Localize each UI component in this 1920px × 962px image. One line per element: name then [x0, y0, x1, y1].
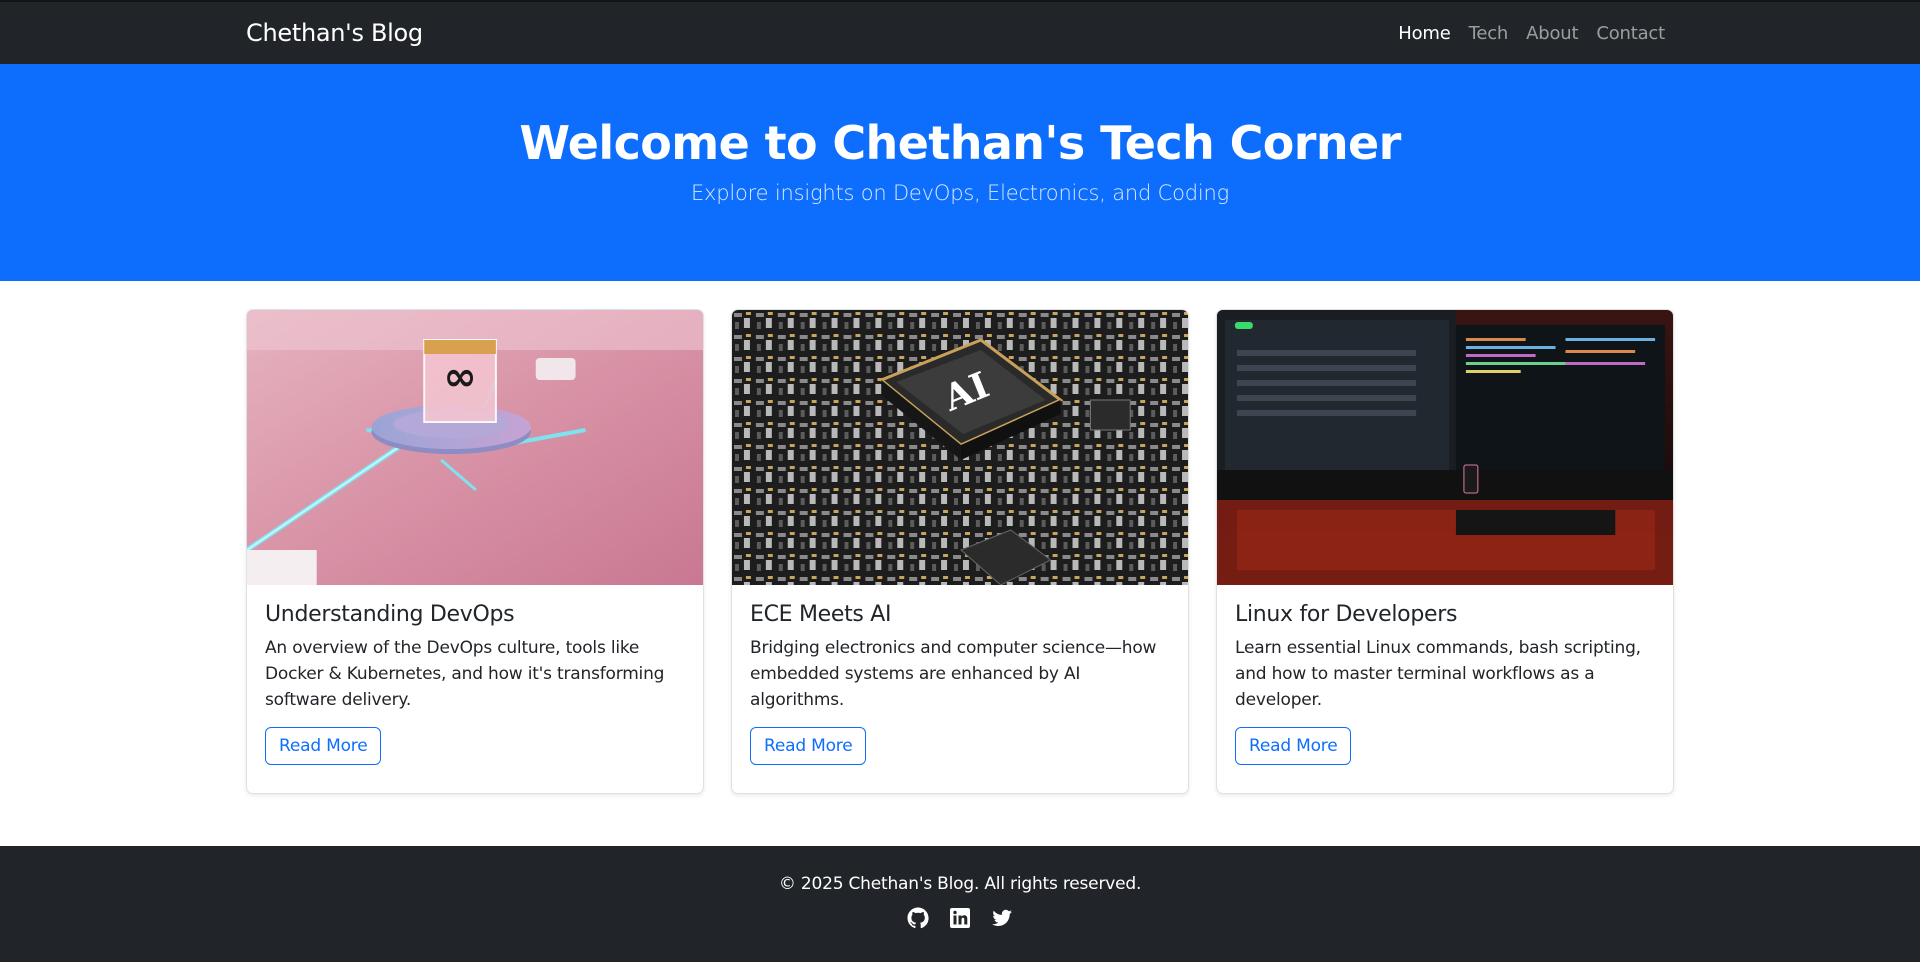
developer-monitors-desk-image [1217, 310, 1673, 585]
card-title: ECE Meets AI [750, 602, 892, 627]
card-text: Bridging electronics and computer scienc… [750, 638, 1157, 710]
twitter-icon[interactable] [990, 906, 1014, 930]
card-body: ECE Meets AI Bridging electronics and co… [732, 585, 1188, 782]
social-links [0, 906, 1920, 930]
nav-link-tech[interactable]: Tech [1460, 23, 1518, 44]
card-text: Learn essential Linux commands, bash scr… [1235, 638, 1641, 710]
top-navbar: Chethan's Blog Home Tech About Contact [0, 0, 1920, 64]
nav-link-home[interactable]: Home [1389, 23, 1459, 44]
svg-text:∞: ∞ [443, 354, 476, 400]
card-body: Understanding DevOps An overview of the … [247, 585, 703, 782]
hero-title: Welcome to Chethan's Tech Corner [519, 116, 1401, 170]
footer-copyright: © 2025 Chethan's Blog. All rights reserv… [778, 874, 1142, 894]
devops-infinity-cube-image: ∞ [247, 310, 703, 585]
nav-link-about[interactable]: About [1517, 23, 1587, 44]
post-card-devops: ∞ Understanding DevOps An overview of th… [246, 309, 704, 794]
ai-chip-circuit-board-image: AI [732, 310, 1188, 585]
nav-link-contact[interactable]: Contact [1587, 23, 1673, 44]
read-more-button[interactable]: Read More [265, 727, 382, 765]
linkedin-icon[interactable] [948, 906, 972, 930]
read-more-button[interactable]: Read More [750, 727, 867, 765]
navbar-container: Chethan's Blog Home Tech About Contact [246, 2, 1674, 64]
card-grid: ∞ Understanding DevOps An overview of th… [246, 309, 1674, 794]
hero-banner: Welcome to Chethan's Tech Corner Explore… [0, 64, 1920, 281]
card-title: Linux for Developers [1235, 602, 1458, 627]
nav-links: Home Tech About Contact [1389, 23, 1673, 44]
page-footer: © 2025 Chethan's Blog. All rights reserv… [0, 846, 1920, 962]
read-more-button[interactable]: Read More [1235, 727, 1352, 765]
card-title: Understanding DevOps [265, 602, 515, 627]
card-text: An overview of the DevOps culture, tools… [265, 638, 665, 710]
card-body: Linux for Developers Learn essential Lin… [1217, 585, 1673, 782]
post-card-linux: Linux for Developers Learn essential Lin… [1216, 309, 1674, 794]
brand-link[interactable]: Chethan's Blog [246, 19, 423, 47]
hero-subtitle: Explore insights on DevOps, Electronics,… [690, 181, 1230, 206]
github-icon[interactable] [906, 906, 930, 930]
post-card-ece-ai: AI ECE Meets AI Bridging electronics and… [731, 309, 1189, 794]
